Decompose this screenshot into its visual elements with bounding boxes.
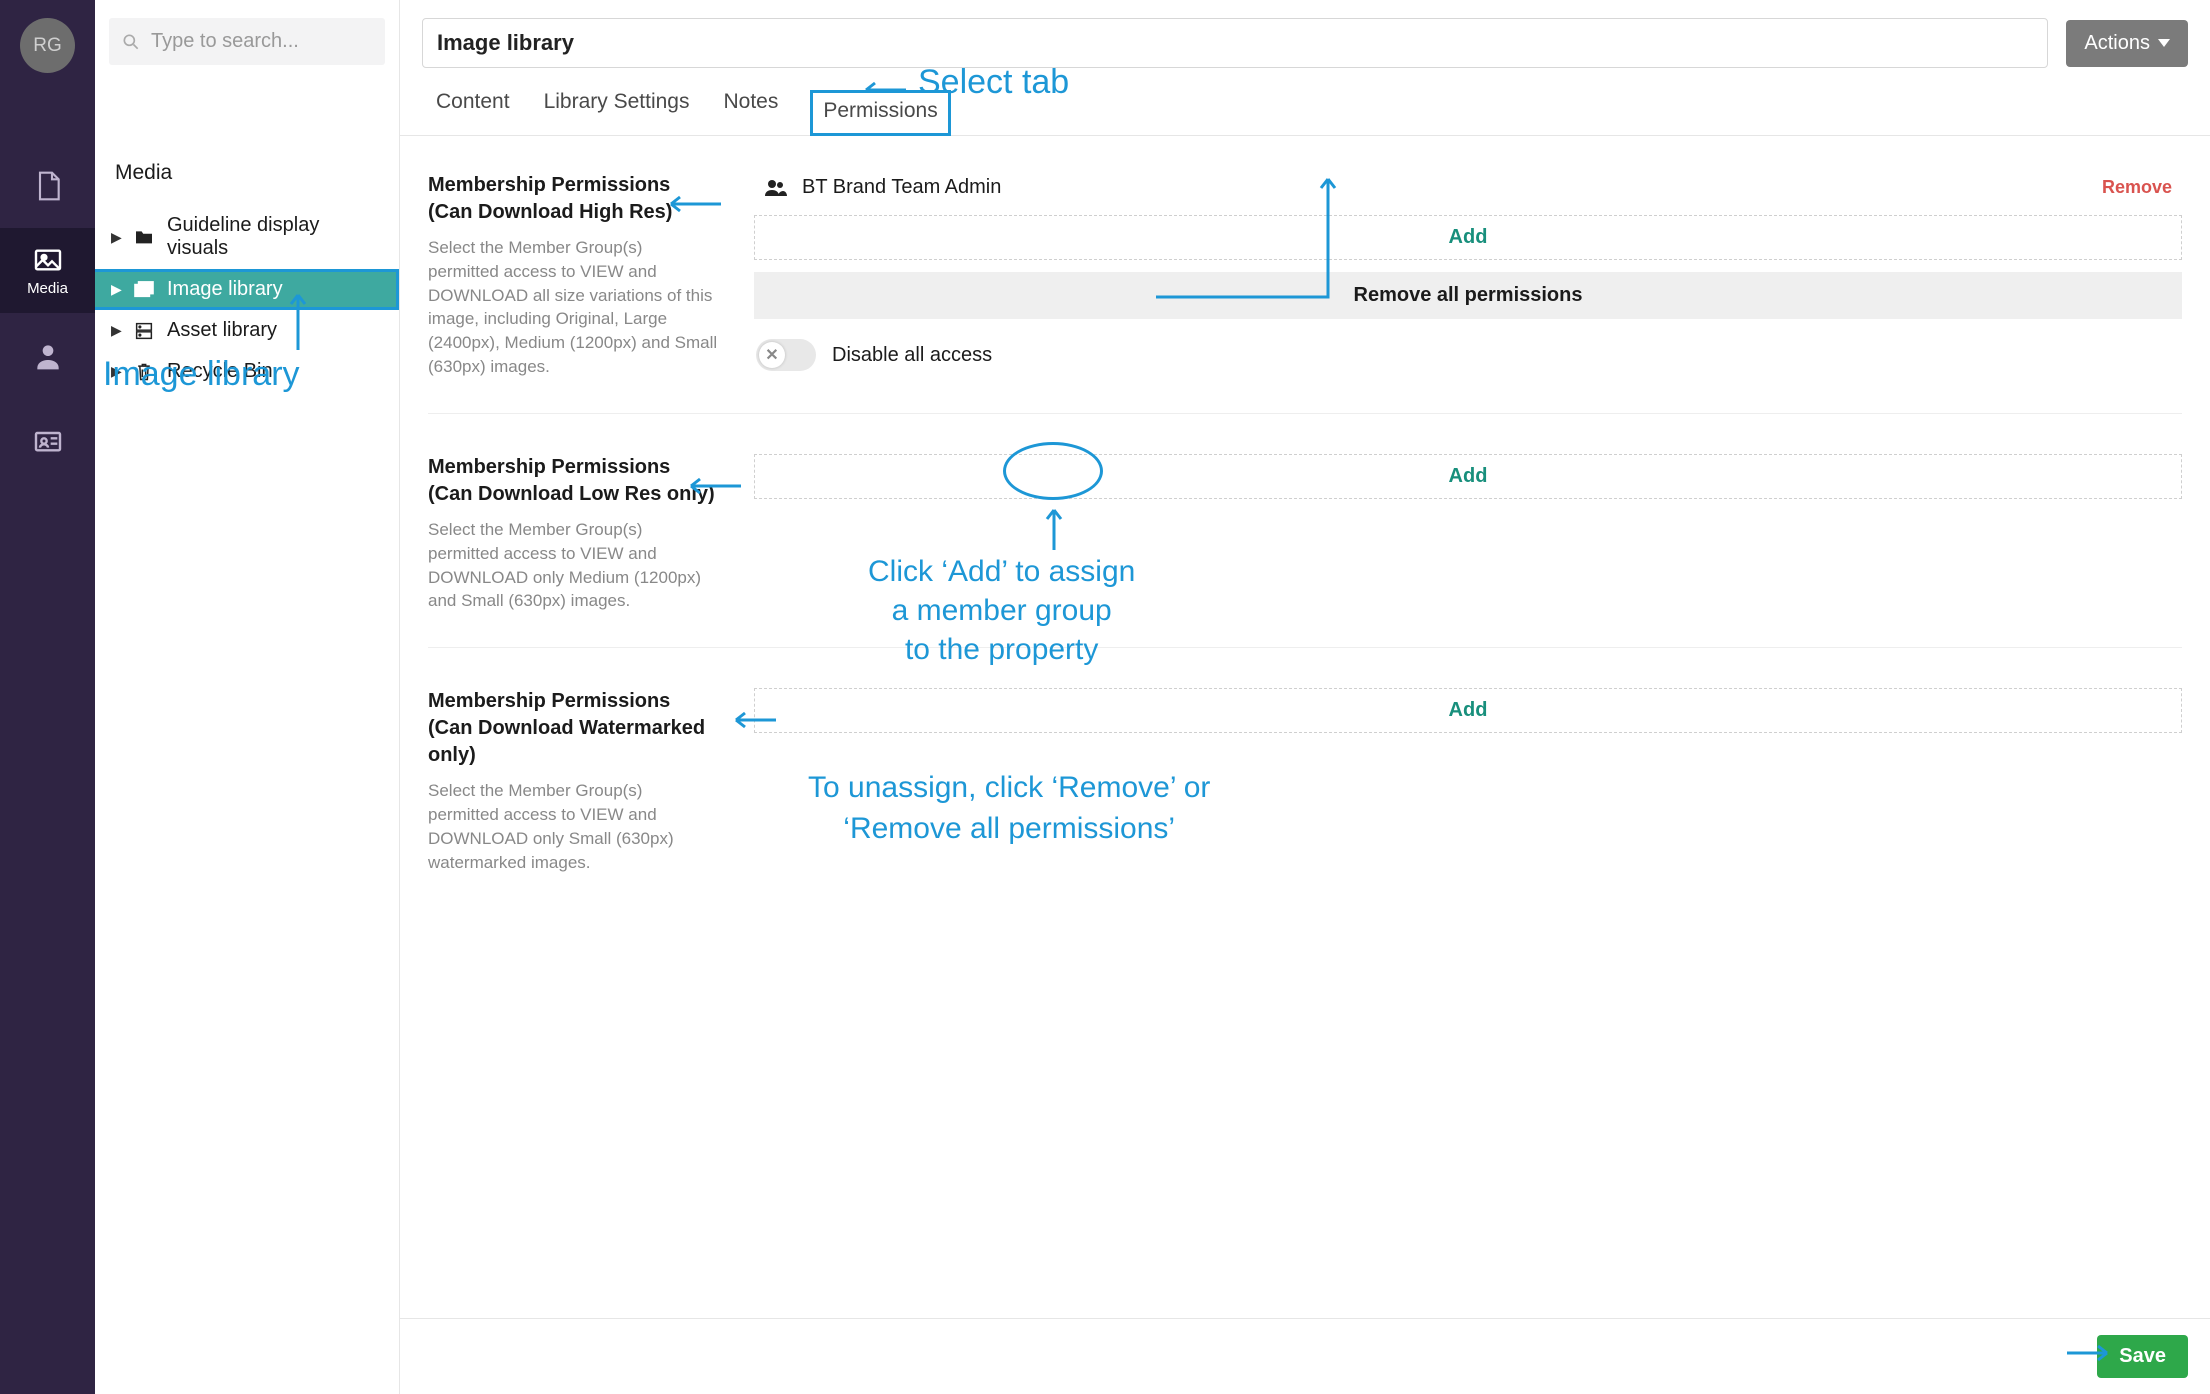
tab-notes[interactable]: Notes bbox=[721, 90, 780, 135]
tree-label: Asset library bbox=[167, 319, 383, 342]
folder-icon bbox=[133, 229, 155, 245]
tree-label: Recycle Bin bbox=[167, 360, 383, 383]
add-button[interactable]: Add bbox=[754, 688, 2182, 733]
trash-icon bbox=[133, 362, 155, 382]
id-card-icon bbox=[32, 425, 64, 457]
perm-desc: Select the Member Group(s) permitted acc… bbox=[428, 518, 718, 613]
nav-members[interactable] bbox=[0, 313, 95, 398]
perm-title: Membership Permissions (Can Download Wat… bbox=[428, 688, 718, 769]
actions-label: Actions bbox=[2084, 32, 2150, 55]
caret-icon: ▶ bbox=[111, 281, 121, 298]
chevron-down-icon bbox=[2158, 39, 2170, 47]
nav-media-label: Media bbox=[27, 280, 68, 297]
save-button[interactable]: Save bbox=[2097, 1335, 2188, 1378]
tree-item-guideline[interactable]: ▶ Guideline display visuals bbox=[95, 205, 399, 269]
annotation-unassign: To unassign, click ‘Remove’ or ‘Remove a… bbox=[808, 768, 1210, 849]
tree-label: Image library bbox=[167, 278, 383, 301]
tabs-bar: Content Library Settings Notes Permissio… bbox=[400, 68, 2210, 136]
nav-media[interactable]: Media bbox=[0, 228, 95, 313]
add-button[interactable]: Add bbox=[754, 454, 2182, 499]
nav-rail: RG Media bbox=[0, 0, 95, 1394]
perm-block-lowres: Membership Permissions (Can Download Low… bbox=[428, 454, 2182, 648]
tree-item-image-library[interactable]: ▶ Image library bbox=[95, 269, 399, 310]
person-icon bbox=[32, 340, 64, 372]
drive-icon bbox=[133, 322, 155, 340]
tab-library-settings[interactable]: Library Settings bbox=[542, 90, 692, 135]
nav-content[interactable] bbox=[0, 143, 95, 228]
tree-sidebar: Media ▶ Guideline display visuals ▶ Imag… bbox=[95, 0, 400, 1394]
caret-icon: ▶ bbox=[111, 229, 121, 246]
tree-item-asset-library[interactable]: ▶ Asset library bbox=[95, 310, 399, 351]
search-icon bbox=[121, 32, 141, 52]
search-input[interactable] bbox=[109, 18, 385, 65]
perm-desc: Select the Member Group(s) permitted acc… bbox=[428, 779, 718, 874]
perm-title: Membership Permissions (Can Download Hig… bbox=[428, 172, 718, 226]
actions-button[interactable]: Actions bbox=[2066, 20, 2188, 67]
member-row: BT Brand Team Admin Remove bbox=[754, 172, 2182, 203]
caret-icon: ▶ bbox=[111, 322, 121, 339]
perm-desc: Select the Member Group(s) permitted acc… bbox=[428, 236, 718, 379]
perm-block-watermarked: Membership Permissions (Can Download Wat… bbox=[428, 688, 2182, 908]
disable-label: Disable all access bbox=[832, 344, 992, 367]
perm-title: Membership Permissions (Can Download Low… bbox=[428, 454, 718, 508]
perm-block-highres: Membership Permissions (Can Download Hig… bbox=[428, 172, 2182, 414]
disable-toggle[interactable]: ✕ bbox=[756, 339, 816, 371]
avatar[interactable]: RG bbox=[20, 18, 75, 73]
tree-item-recycle-bin[interactable]: ▶ Recycle Bin bbox=[95, 351, 399, 392]
annotation-click-add: Click ‘Add’ to assign a member group to … bbox=[868, 552, 1135, 669]
remove-all-button[interactable]: Remove all permissions bbox=[754, 272, 2182, 319]
tab-permissions[interactable]: Permissions bbox=[810, 90, 950, 136]
image-icon bbox=[32, 244, 64, 276]
group-icon bbox=[764, 178, 788, 198]
section-title: Media bbox=[95, 161, 399, 205]
nav-card[interactable] bbox=[0, 398, 95, 483]
remove-link[interactable]: Remove bbox=[2102, 177, 2172, 198]
images-icon bbox=[133, 281, 155, 299]
tree-label: Guideline display visuals bbox=[167, 214, 383, 260]
title-input[interactable] bbox=[422, 18, 2048, 68]
file-icon bbox=[32, 170, 64, 202]
member-name: BT Brand Team Admin bbox=[802, 176, 1001, 199]
add-button[interactable]: Add bbox=[754, 215, 2182, 260]
caret-icon: ▶ bbox=[111, 363, 121, 380]
tab-content[interactable]: Content bbox=[434, 90, 512, 135]
close-icon: ✕ bbox=[759, 342, 785, 368]
main-panel: Actions Content Library Settings Notes P… bbox=[400, 0, 2210, 1394]
